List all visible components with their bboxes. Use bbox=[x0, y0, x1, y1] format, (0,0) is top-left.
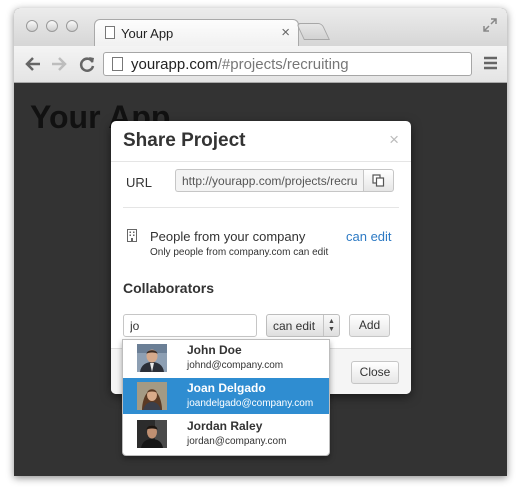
collaborator-search-input[interactable] bbox=[123, 314, 257, 337]
permission-select[interactable]: can edit ▲ ▼ bbox=[266, 314, 340, 337]
reload-icon[interactable] bbox=[78, 52, 96, 81]
browser-tab[interactable]: Your App × bbox=[94, 19, 299, 46]
suggestion-item[interactable]: Joan Delgado joandelgado@company.com bbox=[123, 378, 329, 414]
add-collaborator-button[interactable]: Add bbox=[349, 314, 390, 337]
fullscreen-icon[interactable] bbox=[483, 18, 497, 37]
suggestion-email: johnd@company.com bbox=[187, 360, 284, 371]
suggestion-name: Joan Delgado bbox=[187, 381, 266, 395]
avatar bbox=[137, 382, 167, 410]
address-url: yourapp.com/#projects/recruiting bbox=[131, 56, 349, 73]
copy-icon bbox=[372, 174, 385, 187]
modal-title: Share Project bbox=[123, 130, 246, 151]
company-permission-link[interactable]: can edit bbox=[346, 229, 392, 244]
suggestion-item[interactable]: Jordan Raley jordan@company.com bbox=[123, 416, 329, 452]
building-icon bbox=[127, 229, 137, 247]
collaborators-heading: Collaborators bbox=[123, 280, 215, 296]
address-bar[interactable]: yourapp.com/#projects/recruiting bbox=[103, 52, 472, 76]
close-window-button[interactable] bbox=[26, 20, 38, 32]
minimize-window-button[interactable] bbox=[46, 20, 58, 32]
close-icon[interactable]: × bbox=[389, 130, 399, 150]
zoom-window-button[interactable] bbox=[66, 20, 78, 32]
suggestion-name: John Doe bbox=[187, 343, 242, 357]
suggestion-email: jordan@company.com bbox=[187, 436, 287, 447]
tab-title: Your App bbox=[121, 26, 174, 41]
company-access-subtitle: Only people from company.com can edit bbox=[150, 247, 329, 258]
suggestion-email: joandelgado@company.com bbox=[187, 398, 314, 409]
forward-arrow-icon[interactable] bbox=[50, 52, 68, 81]
title-bar: Your App × bbox=[14, 8, 507, 46]
copy-url-button[interactable] bbox=[363, 169, 394, 192]
autocomplete-dropdown: John Doe johnd@company.com Joan Delgado … bbox=[122, 339, 330, 456]
avatar bbox=[137, 420, 167, 448]
close-button[interactable]: Close bbox=[351, 361, 399, 384]
new-tab-button[interactable] bbox=[296, 23, 330, 40]
page-icon bbox=[105, 26, 115, 39]
url-label: URL bbox=[126, 175, 153, 190]
back-arrow-icon[interactable] bbox=[24, 52, 42, 81]
suggestion-item[interactable]: John Doe johnd@company.com bbox=[123, 340, 329, 376]
suggestion-name: Jordan Raley bbox=[187, 419, 263, 433]
browser-toolbar: yourapp.com/#projects/recruiting bbox=[14, 46, 507, 83]
divider bbox=[111, 161, 411, 162]
page-icon bbox=[112, 57, 123, 71]
select-arrows-icon: ▲ ▼ bbox=[323, 315, 339, 336]
avatar bbox=[137, 344, 167, 372]
menu-icon[interactable] bbox=[484, 56, 497, 75]
divider bbox=[123, 207, 399, 208]
permission-select-value: can edit bbox=[273, 319, 316, 333]
company-access-title: People from your company bbox=[150, 229, 306, 244]
tab-close-icon[interactable]: × bbox=[281, 24, 290, 41]
project-url-field[interactable] bbox=[175, 169, 363, 192]
